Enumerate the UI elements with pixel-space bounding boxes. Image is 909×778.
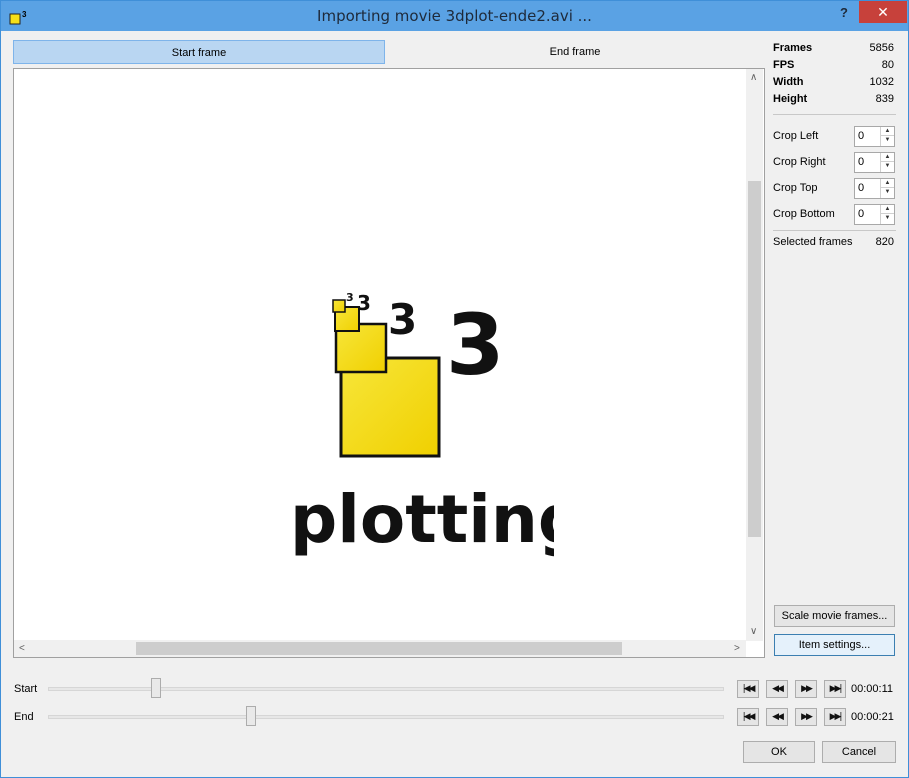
scroll-right-icon[interactable]: > [734, 644, 740, 654]
title-bar[interactable]: 3 Importing movie 3dplot-ende2.avi ... ?… [1, 1, 908, 31]
spin-up-icon[interactable]: ▲ [881, 205, 894, 214]
end-slider-label: End [14, 711, 34, 723]
help-button[interactable]: ? [831, 3, 857, 23]
spin-up-icon[interactable]: ▲ [881, 179, 894, 188]
previous-frame-button[interactable]: ◀◀ [766, 708, 788, 726]
fps-label: FPS [773, 59, 795, 71]
crop-top-label: Crop Top [773, 182, 818, 194]
scroll-left-icon[interactable]: < [19, 644, 25, 654]
width-value: 1032 [869, 76, 894, 88]
start-slider[interactable] [48, 687, 724, 691]
end-time: 00:00:21 [851, 711, 894, 723]
end-slider[interactable] [48, 715, 724, 719]
first-frame-button[interactable]: |◀◀ [737, 680, 759, 698]
logo-digit-medium: 3 [388, 295, 417, 344]
frames-label: Frames [773, 42, 813, 54]
crop-right-value[interactable]: 0 [858, 156, 864, 168]
frames-value: 5856 [869, 42, 894, 54]
tab-start-frame[interactable]: Start frame [13, 40, 385, 64]
logo-digit-tiny: 3 [346, 291, 354, 304]
crop-bottom-label: Crop Bottom [773, 208, 835, 220]
fps-value: 80 [881, 59, 894, 71]
horizontal-scroll-thumb[interactable] [136, 642, 622, 655]
crop-right-label: Crop Right [773, 156, 826, 168]
spin-down-icon[interactable]: ▼ [881, 136, 894, 145]
first-frame-button[interactable]: |◀◀ [737, 708, 759, 726]
spin-down-icon[interactable]: ▼ [881, 188, 894, 197]
crop-left-spinbox[interactable]: 0 ▲ ▼ [854, 126, 895, 147]
close-button[interactable]: ✕ [859, 1, 907, 23]
spin-up-icon[interactable]: ▲ [881, 127, 894, 136]
crop-top-value[interactable]: 0 [858, 182, 864, 194]
scroll-down-icon[interactable]: ∨ [750, 627, 757, 637]
cancel-button[interactable]: Cancel [822, 741, 896, 763]
crop-left-value[interactable]: 0 [858, 130, 864, 142]
start-slider-handle[interactable] [151, 678, 162, 698]
import-movie-dialog: 3 Importing movie 3dplot-ende2.avi ... ?… [0, 0, 909, 778]
horizontal-scrollbar[interactable]: < > [14, 640, 746, 657]
vertical-scrollbar[interactable]: ∧ ∨ [746, 69, 763, 641]
selected-frames-value: 820 [875, 236, 894, 248]
last-frame-button[interactable]: ▶▶| [824, 708, 846, 726]
logo-caption: plotting [290, 481, 554, 558]
logo-digit-small: 3 [357, 291, 371, 315]
previous-frame-button[interactable]: ◀◀ [766, 680, 788, 698]
tab-end-frame[interactable]: End frame [385, 40, 765, 64]
qtiplot-logo-image: 3 3 3 3 plotting [290, 291, 554, 558]
crop-bottom-value[interactable]: 0 [858, 208, 864, 220]
start-slider-label: Start [14, 683, 38, 695]
end-slider-handle[interactable] [245, 706, 256, 726]
divider [773, 230, 896, 231]
spin-up-icon[interactable]: ▲ [881, 153, 894, 162]
height-value: 839 [875, 93, 894, 105]
item-settings-button[interactable]: Item settings... [774, 634, 895, 656]
window-title: Importing movie 3dplot-ende2.avi ... [317, 7, 592, 25]
crop-bottom-spinbox[interactable]: 0 ▲ ▼ [854, 204, 895, 225]
vertical-scroll-thumb[interactable] [748, 181, 761, 537]
crop-top-spinbox[interactable]: 0 ▲ ▼ [854, 178, 895, 199]
height-label: Height [773, 93, 808, 105]
frame-preview: 3 3 3 3 plotting [13, 68, 765, 658]
spin-down-icon[interactable]: ▼ [881, 214, 894, 223]
ok-button[interactable]: OK [743, 741, 815, 763]
last-frame-button[interactable]: ▶▶| [824, 680, 846, 698]
spin-down-icon[interactable]: ▼ [881, 162, 894, 171]
next-frame-button[interactable]: ▶▶ [795, 680, 817, 698]
width-label: Width [773, 76, 804, 88]
start-time: 00:00:11 [851, 683, 894, 695]
scale-movie-frames-button[interactable]: Scale movie frames... [774, 605, 895, 627]
crop-left-label: Crop Left [773, 130, 819, 142]
crop-right-spinbox[interactable]: 0 ▲ ▼ [854, 152, 895, 173]
divider [773, 114, 896, 115]
logo-digit-large: 3 [446, 296, 504, 394]
scroll-up-icon[interactable]: ∧ [750, 73, 757, 83]
next-frame-button[interactable]: ▶▶ [795, 708, 817, 726]
